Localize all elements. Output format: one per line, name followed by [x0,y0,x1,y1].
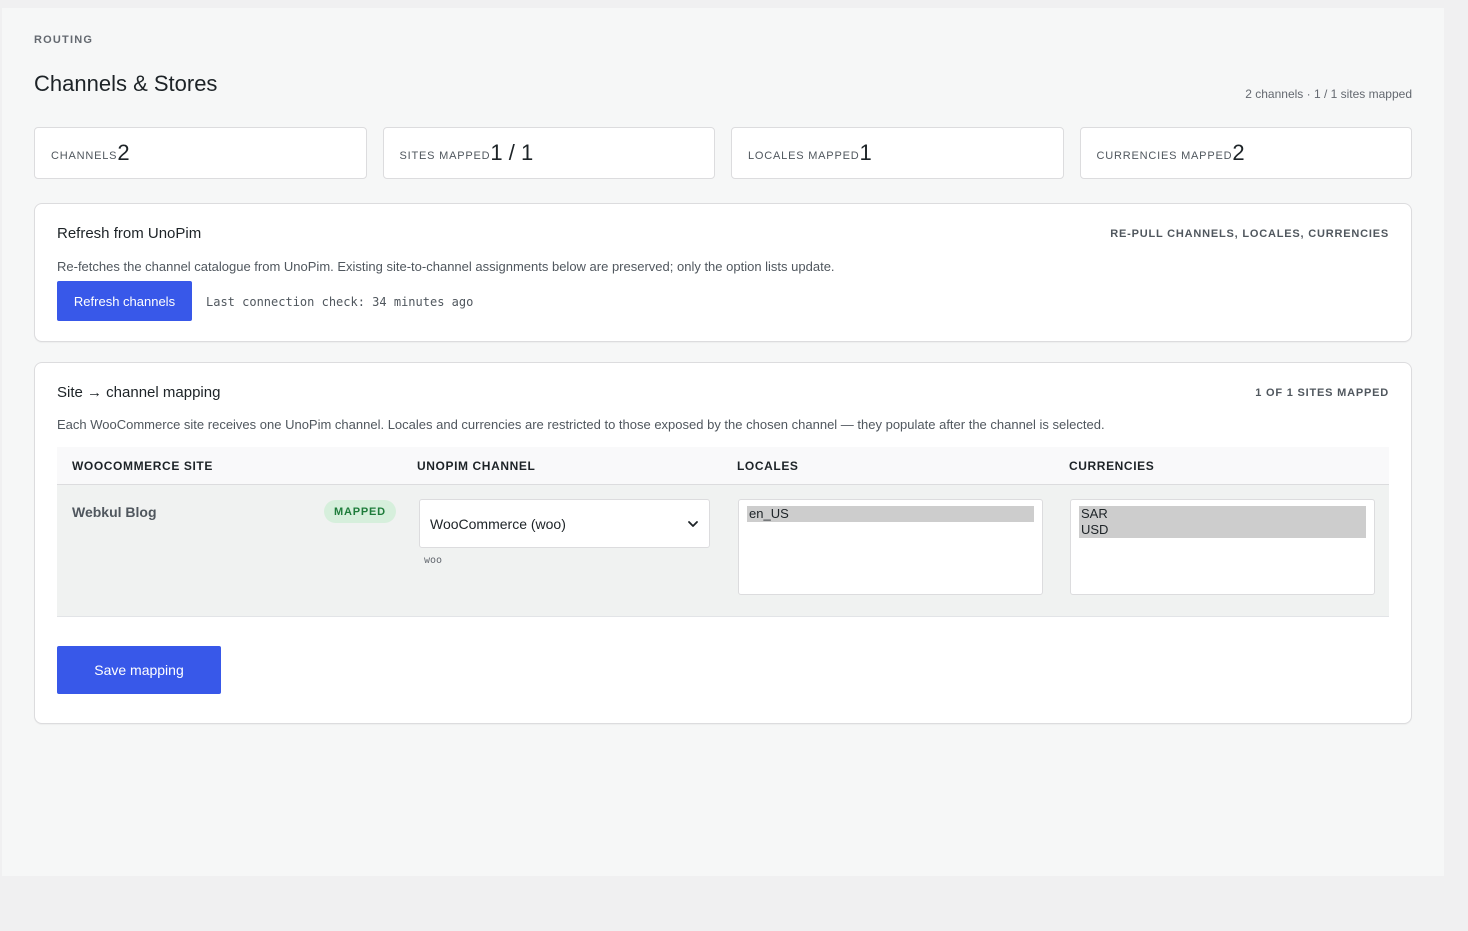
status-badge: MAPPED [324,500,396,523]
locale-option[interactable]: en_US [747,506,1034,522]
channel-select[interactable]: WooCommerce (woo) [419,499,710,548]
stat-channels: Channels 2 [34,127,367,179]
column-header-channel: UnoPim channel [417,459,536,473]
channel-code: woo [424,555,443,566]
column-header-currencies: Currencies [1069,459,1155,473]
channel-select-value: WooCommerce (woo) [430,515,566,532]
mapping-card-description: Each WooCommerce site receives one UnoPi… [57,417,1105,432]
mapping-table: WooCommerce site UnoPim channel Locales … [57,447,1389,617]
stat-label: Channels [51,150,118,162]
stat-label: Currencies mapped [1096,150,1233,162]
stat-value: 2 [1232,140,1245,165]
stats-row: Channels 2 Sites mapped 1 / 1 Locales ma… [34,127,1412,179]
page-container: ROUTING Channels & Stores 2 channels · 1… [2,8,1444,876]
table-header: WooCommerce site UnoPim channel Locales … [57,447,1389,485]
save-mapping-button[interactable]: Save mapping [57,646,221,694]
stat-currencies-mapped: Currencies mapped 2 [1079,127,1412,179]
section-eyebrow: ROUTING [34,34,94,46]
locales-multiselect[interactable]: en_US [738,499,1043,595]
refresh-card: Refresh from UnoPim RE-PULL CHANNELS, LO… [34,203,1412,342]
column-header-locales: Locales [737,459,799,473]
mapping-card: Site → channel mapping 1 OF 1 SITES MAPP… [34,362,1412,724]
refresh-channels-button[interactable]: Refresh channels [57,281,192,321]
site-name: Webkul Blog [72,504,157,520]
refresh-card-meta: RE-PULL CHANNELS, LOCALES, CURRENCIES [1110,228,1389,240]
page-title: Channels & Stores [34,71,218,96]
mapping-card-title: Site → channel mapping [57,384,221,401]
refresh-card-title: Refresh from UnoPim [57,225,202,242]
stat-label: Sites mapped [399,150,491,162]
stat-value: 1 [859,140,872,165]
refresh-card-description: Re-fetches the channel catalogue from Un… [57,259,835,274]
column-header-site: WooCommerce site [72,459,213,473]
chevron-down-icon [688,520,698,527]
stat-sites-mapped: Sites mapped 1 / 1 [382,127,715,179]
stat-value: 1 / 1 [490,140,534,165]
stat-locales-mapped: Locales mapped 1 [731,127,1064,179]
currency-option[interactable]: USD [1079,522,1366,538]
mapping-summary: 2 channels · 1 / 1 sites mapped [1245,87,1412,101]
currency-option[interactable]: SAR [1079,506,1366,522]
stat-value: 2 [117,140,130,165]
last-check-status: Last connection check: 34 minutes ago [206,295,474,309]
currencies-multiselect[interactable]: SAR USD [1070,499,1375,595]
table-row: Webkul Blog MAPPED WooCommerce (woo) woo… [57,485,1389,617]
stat-label: Locales mapped [748,150,860,162]
mapping-card-meta: 1 OF 1 SITES MAPPED [1255,387,1389,399]
